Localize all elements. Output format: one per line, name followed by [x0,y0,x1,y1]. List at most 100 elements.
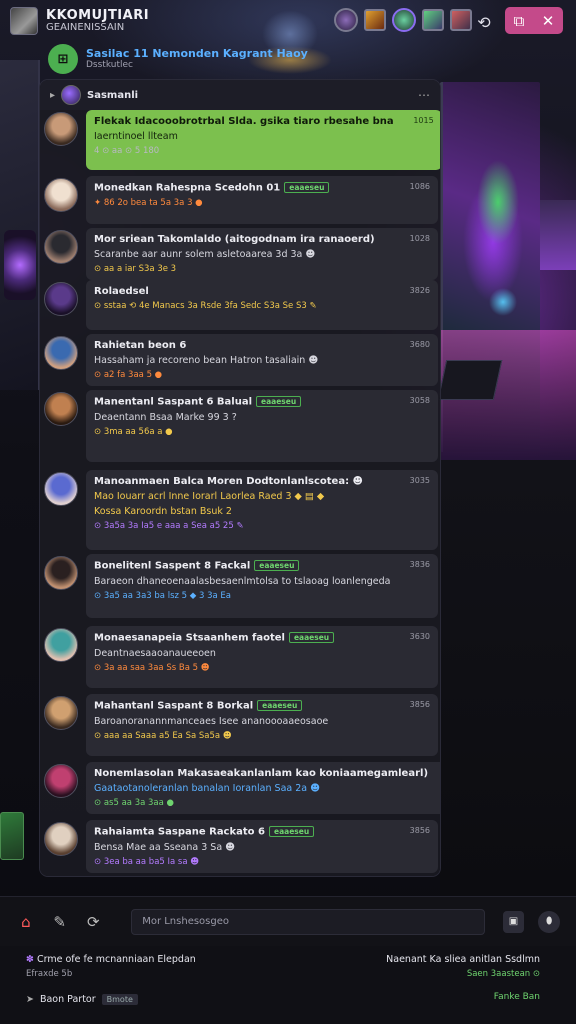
message-meta: ⊙ aa a iar S3a 3e 3 [94,264,177,274]
channel-header: ⊞ Sasilac 11 Nemonden Kagrant Haoy Dsstk… [48,42,428,76]
message-item[interactable]: 3630 Monaesanapeia Stsaanhem faotel eaaese… [44,626,438,688]
message-time: 3856 [409,826,430,835]
footer-left-top[interactable]: ✽ Crme ofe fe mcnanniaan Elepdan Efraxde… [26,954,196,979]
message-item[interactable]: 3058 Manentanl Saspant 6 Balual eaaeseu Dea… [44,390,438,462]
footer-left-subtitle: Efraxde 5b [26,969,73,979]
message-item[interactable]: 3680 Rahietan beon 6 Hassaham ja recoreno … [44,334,438,386]
message-sender-line: Mahantanl Saspant 8 Borkal eaaeseu [94,700,430,712]
role-tag: eaaeseu [284,182,330,193]
refresh-icon[interactable]: ⟳ [83,912,103,932]
message-item[interactable]: 3836 Bonelitenl Saspent 8 Fackal eaaeseu Ba… [44,554,438,618]
message-item[interactable]: 3035 Manoanmaen Balca Moren Dodtonlanlsco… [44,470,438,550]
message-meta: ⊙ 3a5a 3a Ia5 e aaa a Sea a5 25 ✎ [94,521,244,531]
message-bubble: 3826 Rolaedsel ⊙ sstaa ⟲ 4e Manacs 3a Rsde… [86,280,438,330]
message-time: 3035 [409,476,430,485]
home-icon[interactable]: ⌂ [16,912,36,932]
message-text: Bensa Mae aa Sseana 3 Sa ☻ [94,841,236,853]
role-tag: eaaeseu [254,560,300,571]
channel-title[interactable]: Sasilac 11 Nemonden Kagrant Haoy [86,47,308,60]
footer: ✽ Crme ofe fe mcnanniaan Elepdan Efraxde… [0,946,576,1024]
top-avatar[interactable] [392,8,416,32]
message-bubble: 3058 Manentanl Saspant 6 Balual eaaeseu Dea… [86,390,438,462]
message-sender-line: Monedkan Rahespna Scedohn 01 eaaeseu [94,182,430,194]
top-avatar[interactable] [450,9,472,31]
avatar[interactable] [44,696,78,730]
avatar[interactable] [44,822,78,856]
close-button[interactable]: ✕ [542,12,555,30]
avatar[interactable] [44,282,78,316]
role-tag: eaaeseu [257,700,303,711]
more-options-icon[interactable]: ⋯ [418,88,430,102]
footer-right-link[interactable]: Fanke Ban [494,992,540,1002]
footer-right-top[interactable]: Naenant Ka sliea anitlan Ssdlmn Saen 3aa… [386,954,540,979]
message-time: 3058 [409,396,430,405]
avatar[interactable] [44,392,78,426]
message-text: Baroanoranannmanceaes Isee ananoooaaeosa… [94,715,329,727]
chat-panel: ▸ Sasmanli ⋯ 1015 Flekak Idacooobrotrbal … [40,80,440,876]
message-time: 3630 [409,632,430,641]
message-input[interactable]: Mor Lnshesosgeo [131,908,485,935]
message-item[interactable]: 1028 Mor sriean Takomlaldo (aitogodnam ir… [44,228,438,280]
message-time: 3680 [409,340,430,349]
message-sender: Bonelitenl Saspent 8 Fackal [94,560,251,572]
message-time: 1028 [409,234,430,243]
message-bubble: 3826Nonemlasolan Makasaeakanlanlam kao k… [86,762,440,814]
message-item[interactable]: 3856 Rahaiamta Saspane Rackato 6 eaaeseu Be… [44,820,438,873]
message-sender: Monaesanapeia Stsaanhem faotel [94,632,285,644]
conversation-name[interactable]: Sasmanli [87,90,138,101]
attach-button[interactable]: ▣ [502,910,525,933]
left-monitor-art [0,60,40,390]
avatar[interactable] [44,178,78,212]
footer-right-subtitle: Saen 3aastean ⊙ [466,969,540,979]
conversation-avatar[interactable] [61,85,82,105]
avatar[interactable] [44,628,78,662]
avatar[interactable] [44,472,78,506]
avatar[interactable] [44,112,78,146]
message-item[interactable]: 3826 Rolaedsel ⊙ sstaa ⟲ 4e Manacs 3a Rsde… [44,280,438,330]
top-avatar[interactable] [422,9,444,31]
composer-bar: ⌂ ✎ ⟳ Mor Lnshesosgeo ▣ ⬮ [0,896,576,946]
profile-avatar[interactable] [10,7,38,35]
message-meta: ⊙ aaa aa Saaa a5 Ea Sa Sa5a ☻ [94,730,232,741]
message-bubble: 1086 Monedkan Rahespna Scedohn 01 eaaeseu ✦… [86,176,438,224]
footer-left-bottom[interactable]: ➤ Baon Partor Bmote [26,994,138,1005]
message-item[interactable]: 3856 Mahantanl Saspant 8 Borkal eaaeseu Bar… [44,694,438,756]
channel-icon[interactable]: ⊞ [48,44,78,74]
message-time: 1086 [409,182,430,191]
arrow-icon: ➤ [26,994,34,1005]
message-time: 3856 [409,700,430,709]
message-meta: ⊙ 3a5 aa 3a3 ba lsz 5 ◆ 3 3a Ea [94,590,232,601]
avatar[interactable] [44,556,78,590]
message-item[interactable]: 1086 Monedkan Rahespna Scedohn 01 eaaeseu ✦… [44,176,438,224]
sync-icon[interactable]: ⟲ [472,10,496,34]
right-lower-shade [440,460,576,900]
role-tag: eaaeseu [288,632,335,643]
message-text: Gaataotanoleranlan banalan Ioranlan Saa … [94,783,321,794]
mic-button[interactable]: ⬮ [538,910,561,933]
avatar[interactable] [44,230,78,264]
message-sender: Rahaiamta Saspane Rackato 6 [94,826,265,838]
role-tag: eaaeseu [256,396,302,407]
message-sender-line: Monaesanapeia Stsaanhem faotel eaaeseu [94,632,430,644]
message-sender-line: Rahietan beon 6 [94,340,430,351]
pen-icon[interactable]: ✎ [50,912,70,932]
message-sender-line: Rolaedsel [94,286,430,297]
footer-left-label: Baon Partor [39,994,96,1005]
message-text: Deaentann Bsaa Marke 99 3 ? [94,411,237,423]
side-sticker[interactable] [0,812,24,860]
chat-panel-header: ▸ Sasmanli ⋯ [40,80,440,110]
message-item[interactable]: 1015 Flekak Idacooobrotrbal Slda. gsika t… [44,110,440,170]
avatar[interactable] [44,764,78,798]
message-sender: Mor sriean Takomlaldo (aitogodnam ira ra… [94,234,375,245]
top-avatar[interactable] [334,8,358,32]
message-sender-line: Bonelitenl Saspent 8 Fackal eaaeseu [94,560,430,572]
message-sender: Manoanmaen Balca Moren Dodtonlanlscotea:… [94,476,363,487]
top-avatar[interactable] [364,9,386,31]
message-sender: Rahietan beon 6 [94,340,187,351]
expand-icon[interactable]: ▸ [50,90,55,101]
message-text: Deantnaesaaoanaueeoen [94,647,216,659]
message-text: Mao Iouarr acrl Inne Iorarl Laorlea Raed… [94,491,325,502]
popout-button[interactable]: ⧉ [514,12,525,30]
message-item[interactable]: 3826Nonemlasolan Makasaeakanlanlam kao k… [44,762,440,814]
avatar[interactable] [44,336,78,370]
